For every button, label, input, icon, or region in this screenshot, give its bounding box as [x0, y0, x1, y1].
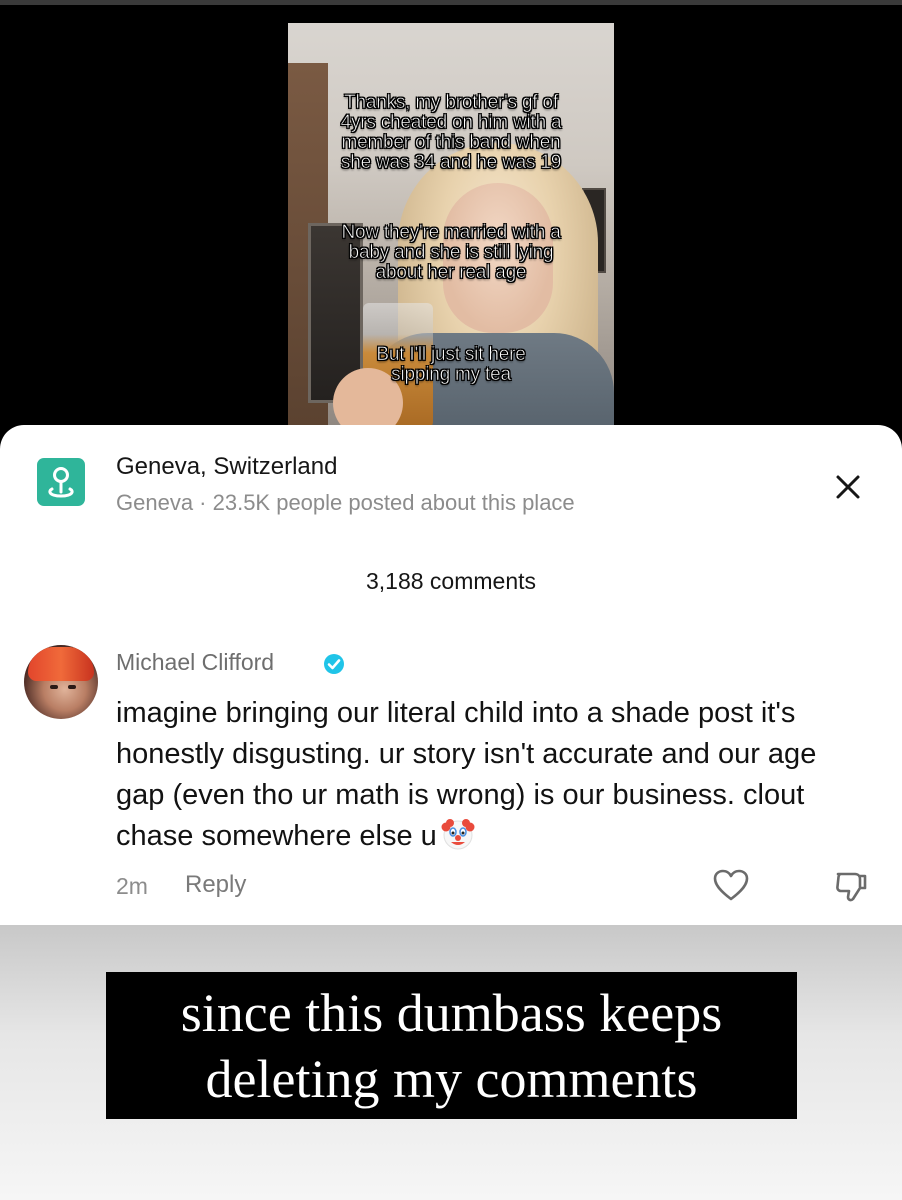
comment-body: imagine bringing our literal child into … — [116, 693, 856, 857]
location-title[interactable]: Geneva, Switzerland — [116, 453, 337, 481]
location-pin-icon[interactable] — [37, 458, 85, 506]
comment-time: 2m — [116, 873, 148, 899]
video-thumbnail[interactable]: Thanks, my brother's gf of 4yrs cheated … — [288, 23, 614, 428]
verified-badge-icon — [323, 653, 345, 675]
avatar[interactable] — [24, 645, 98, 719]
location-subtitle: Geneva · 23.5K people posted about this … — [116, 490, 575, 515]
story-text-box: since this dumbass keeps deleting my com… — [106, 972, 797, 1119]
avatar-eye — [50, 685, 58, 689]
comments-sheet: Geneva, Switzerland Geneva · 23.5K peopl… — [0, 425, 902, 925]
avatar-hair — [28, 647, 94, 681]
avatar-eye — [68, 685, 76, 689]
close-icon[interactable] — [830, 469, 866, 505]
comment-username[interactable]: Michael Clifford — [116, 649, 274, 676]
comment-count: 3,188 comments — [365, 568, 537, 594]
story-text: since this dumbass keeps deleting my com… — [180, 983, 723, 1109]
reply-button[interactable]: Reply — [185, 871, 246, 899]
thumbs-down-icon[interactable] — [831, 866, 871, 906]
video-caption: Thanks, my brother's gf of 4yrs cheated … — [340, 92, 562, 173]
video-caption: But I'll just sit here sipping my tea — [376, 344, 526, 385]
heart-icon[interactable] — [711, 866, 751, 906]
clown-face-icon — [441, 817, 475, 851]
video-caption: Now they're married with a baby and she … — [341, 222, 561, 283]
